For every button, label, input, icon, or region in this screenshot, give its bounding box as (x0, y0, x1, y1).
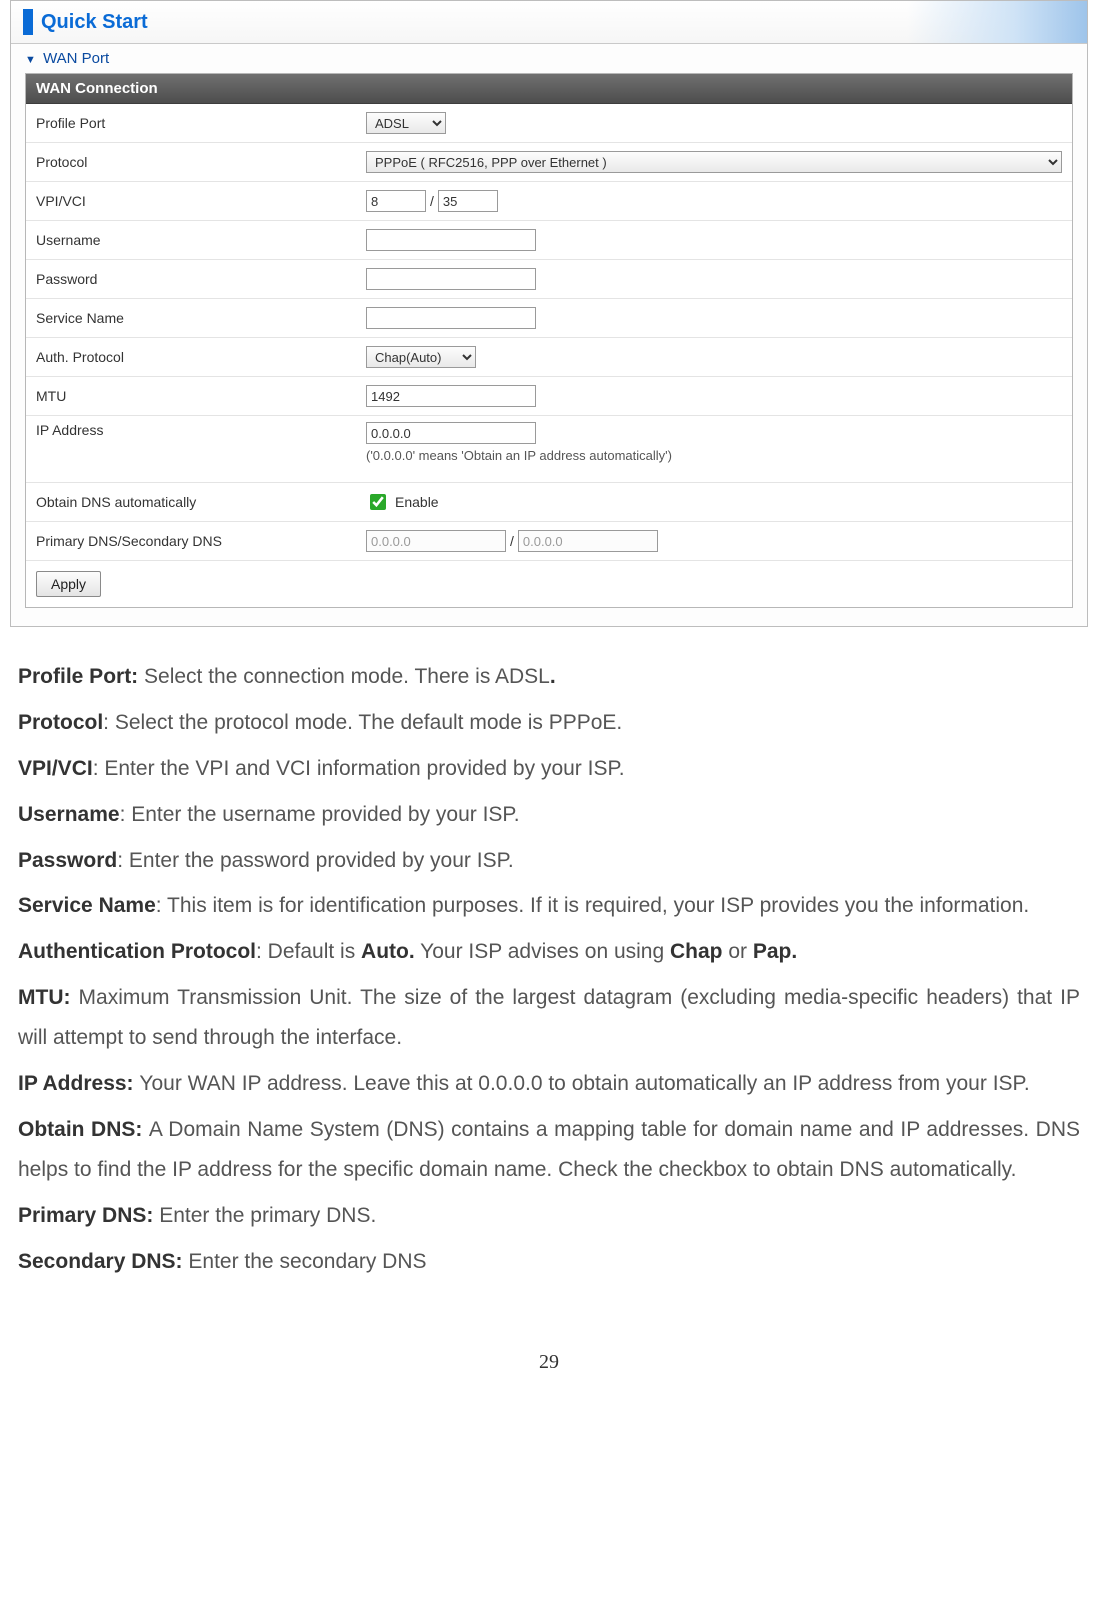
top-bar: Quick Start (11, 1, 1087, 44)
apply-button[interactable]: Apply (36, 571, 101, 597)
doc-profile-port-bold: Profile Port: (18, 665, 144, 688)
doc-obtain-dns-bold: Obtain DNS: (18, 1118, 149, 1141)
doc-password-text: : Enter the password provided by your IS… (117, 849, 514, 872)
doc-auth-bold: Authentication Protocol (18, 940, 256, 963)
section-tab[interactable]: ▼ WAN Port (11, 44, 1087, 73)
accent-bar (23, 9, 33, 35)
doc-auth-chap: Chap (670, 940, 723, 963)
doc-protocol-bold: Protocol (18, 711, 103, 734)
label-username: Username (26, 232, 366, 248)
page-title: Quick Start (41, 11, 148, 34)
doc-vpi-vci-text: : Enter the VPI and VCI information prov… (93, 757, 625, 780)
doc-auth-auto: Auto. (361, 940, 415, 963)
doc-ip-text: Your WAN IP address. Leave this at 0.0.0… (139, 1072, 1029, 1095)
documentation-text: Profile Port: Select the connection mode… (10, 657, 1088, 1281)
doc-primary-dns-bold: Primary DNS: (18, 1204, 159, 1227)
label-protocol: Protocol (26, 154, 366, 170)
ip-address-note: ('0.0.0.0' means 'Obtain an IP address a… (366, 448, 672, 463)
obtain-dns-checkbox[interactable] (370, 494, 386, 510)
doc-mtu-text: Maximum Transmission Unit. The size of t… (18, 986, 1080, 1049)
row-ip-address: IP Address ('0.0.0.0' means 'Obtain an I… (26, 416, 1072, 483)
mtu-input[interactable] (366, 385, 536, 407)
section-tab-label: WAN Port (43, 50, 109, 67)
doc-obtain-dns-text: A Domain Name System (DNS) contains a ma… (18, 1118, 1080, 1181)
obtain-dns-checkbox-label: Enable (395, 494, 439, 510)
panel-header: WAN Connection (26, 74, 1072, 104)
dns-separator: / (510, 533, 514, 549)
doc-primary-dns-text: Enter the primary DNS. (159, 1204, 376, 1227)
doc-username-bold: Username (18, 803, 120, 826)
doc-vpi-vci-bold: VPI/VCI (18, 757, 93, 780)
page-number: 29 (10, 1351, 1088, 1374)
vci-input[interactable] (438, 190, 498, 212)
row-auth-protocol: Auth. Protocol Chap(Auto) (26, 338, 1072, 377)
profile-port-select[interactable]: ADSL (366, 112, 446, 134)
row-username: Username (26, 221, 1072, 260)
row-dns: Primary DNS/Secondary DNS / (26, 522, 1072, 561)
button-row: Apply (26, 561, 1072, 607)
doc-profile-port-text: Select the connection mode. There is ADS… (144, 665, 550, 688)
doc-password-bold: Password (18, 849, 117, 872)
label-password: Password (26, 271, 366, 287)
doc-auth-text-c: or (723, 940, 753, 963)
header-decoration (907, 1, 1087, 43)
label-auth-protocol: Auth. Protocol (26, 349, 366, 365)
label-vpi-vci: VPI/VCI (26, 193, 366, 209)
secondary-dns-input[interactable] (518, 530, 658, 552)
doc-mtu-bold: MTU: (18, 986, 79, 1009)
primary-dns-input[interactable] (366, 530, 506, 552)
doc-ip-bold: IP Address: (18, 1072, 139, 1095)
label-service-name: Service Name (26, 310, 366, 326)
doc-username-text: : Enter the username provided by your IS… (120, 803, 520, 826)
doc-secondary-dns-bold: Secondary DNS: (18, 1250, 188, 1273)
protocol-select[interactable]: PPPoE ( RFC2516, PPP over Ethernet ) (366, 151, 1062, 173)
wan-connection-panel: WAN Connection Profile Port ADSL Protoco… (25, 73, 1073, 608)
doc-service-name-text: : This item is for identification purpos… (156, 894, 1029, 917)
doc-auth-pap: Pap. (753, 940, 797, 963)
doc-protocol-text: : Select the protocol mode. The default … (103, 711, 622, 734)
row-profile-port: Profile Port ADSL (26, 104, 1072, 143)
config-screenshot: Quick Start ▼ WAN Port WAN Connection Pr… (10, 0, 1088, 627)
auth-protocol-select[interactable]: Chap(Auto) (366, 346, 476, 368)
chevron-down-icon: ▼ (25, 54, 36, 66)
vpi-vci-separator: / (430, 193, 434, 209)
label-dns: Primary DNS/Secondary DNS (26, 533, 366, 549)
vpi-input[interactable] (366, 190, 426, 212)
row-vpi-vci: VPI/VCI / (26, 182, 1072, 221)
username-input[interactable] (366, 229, 536, 251)
row-obtain-dns: Obtain DNS automatically Enable (26, 483, 1072, 522)
doc-profile-port-end: . (550, 665, 556, 688)
label-ip-address: IP Address (26, 422, 366, 438)
row-password: Password (26, 260, 1072, 299)
password-input[interactable] (366, 268, 536, 290)
row-protocol: Protocol PPPoE ( RFC2516, PPP over Ether… (26, 143, 1072, 182)
row-service-name: Service Name (26, 299, 1072, 338)
doc-service-name-bold: Service Name (18, 894, 156, 917)
label-obtain-dns: Obtain DNS automatically (26, 494, 366, 510)
doc-auth-text-a: : Default is (256, 940, 361, 963)
doc-auth-text-b: Your ISP advises on using (415, 940, 670, 963)
label-mtu: MTU (26, 388, 366, 404)
ip-address-input[interactable] (366, 422, 536, 444)
row-mtu: MTU (26, 377, 1072, 416)
label-profile-port: Profile Port (26, 115, 366, 131)
doc-secondary-dns-text: Enter the secondary DNS (188, 1250, 426, 1273)
service-name-input[interactable] (366, 307, 536, 329)
